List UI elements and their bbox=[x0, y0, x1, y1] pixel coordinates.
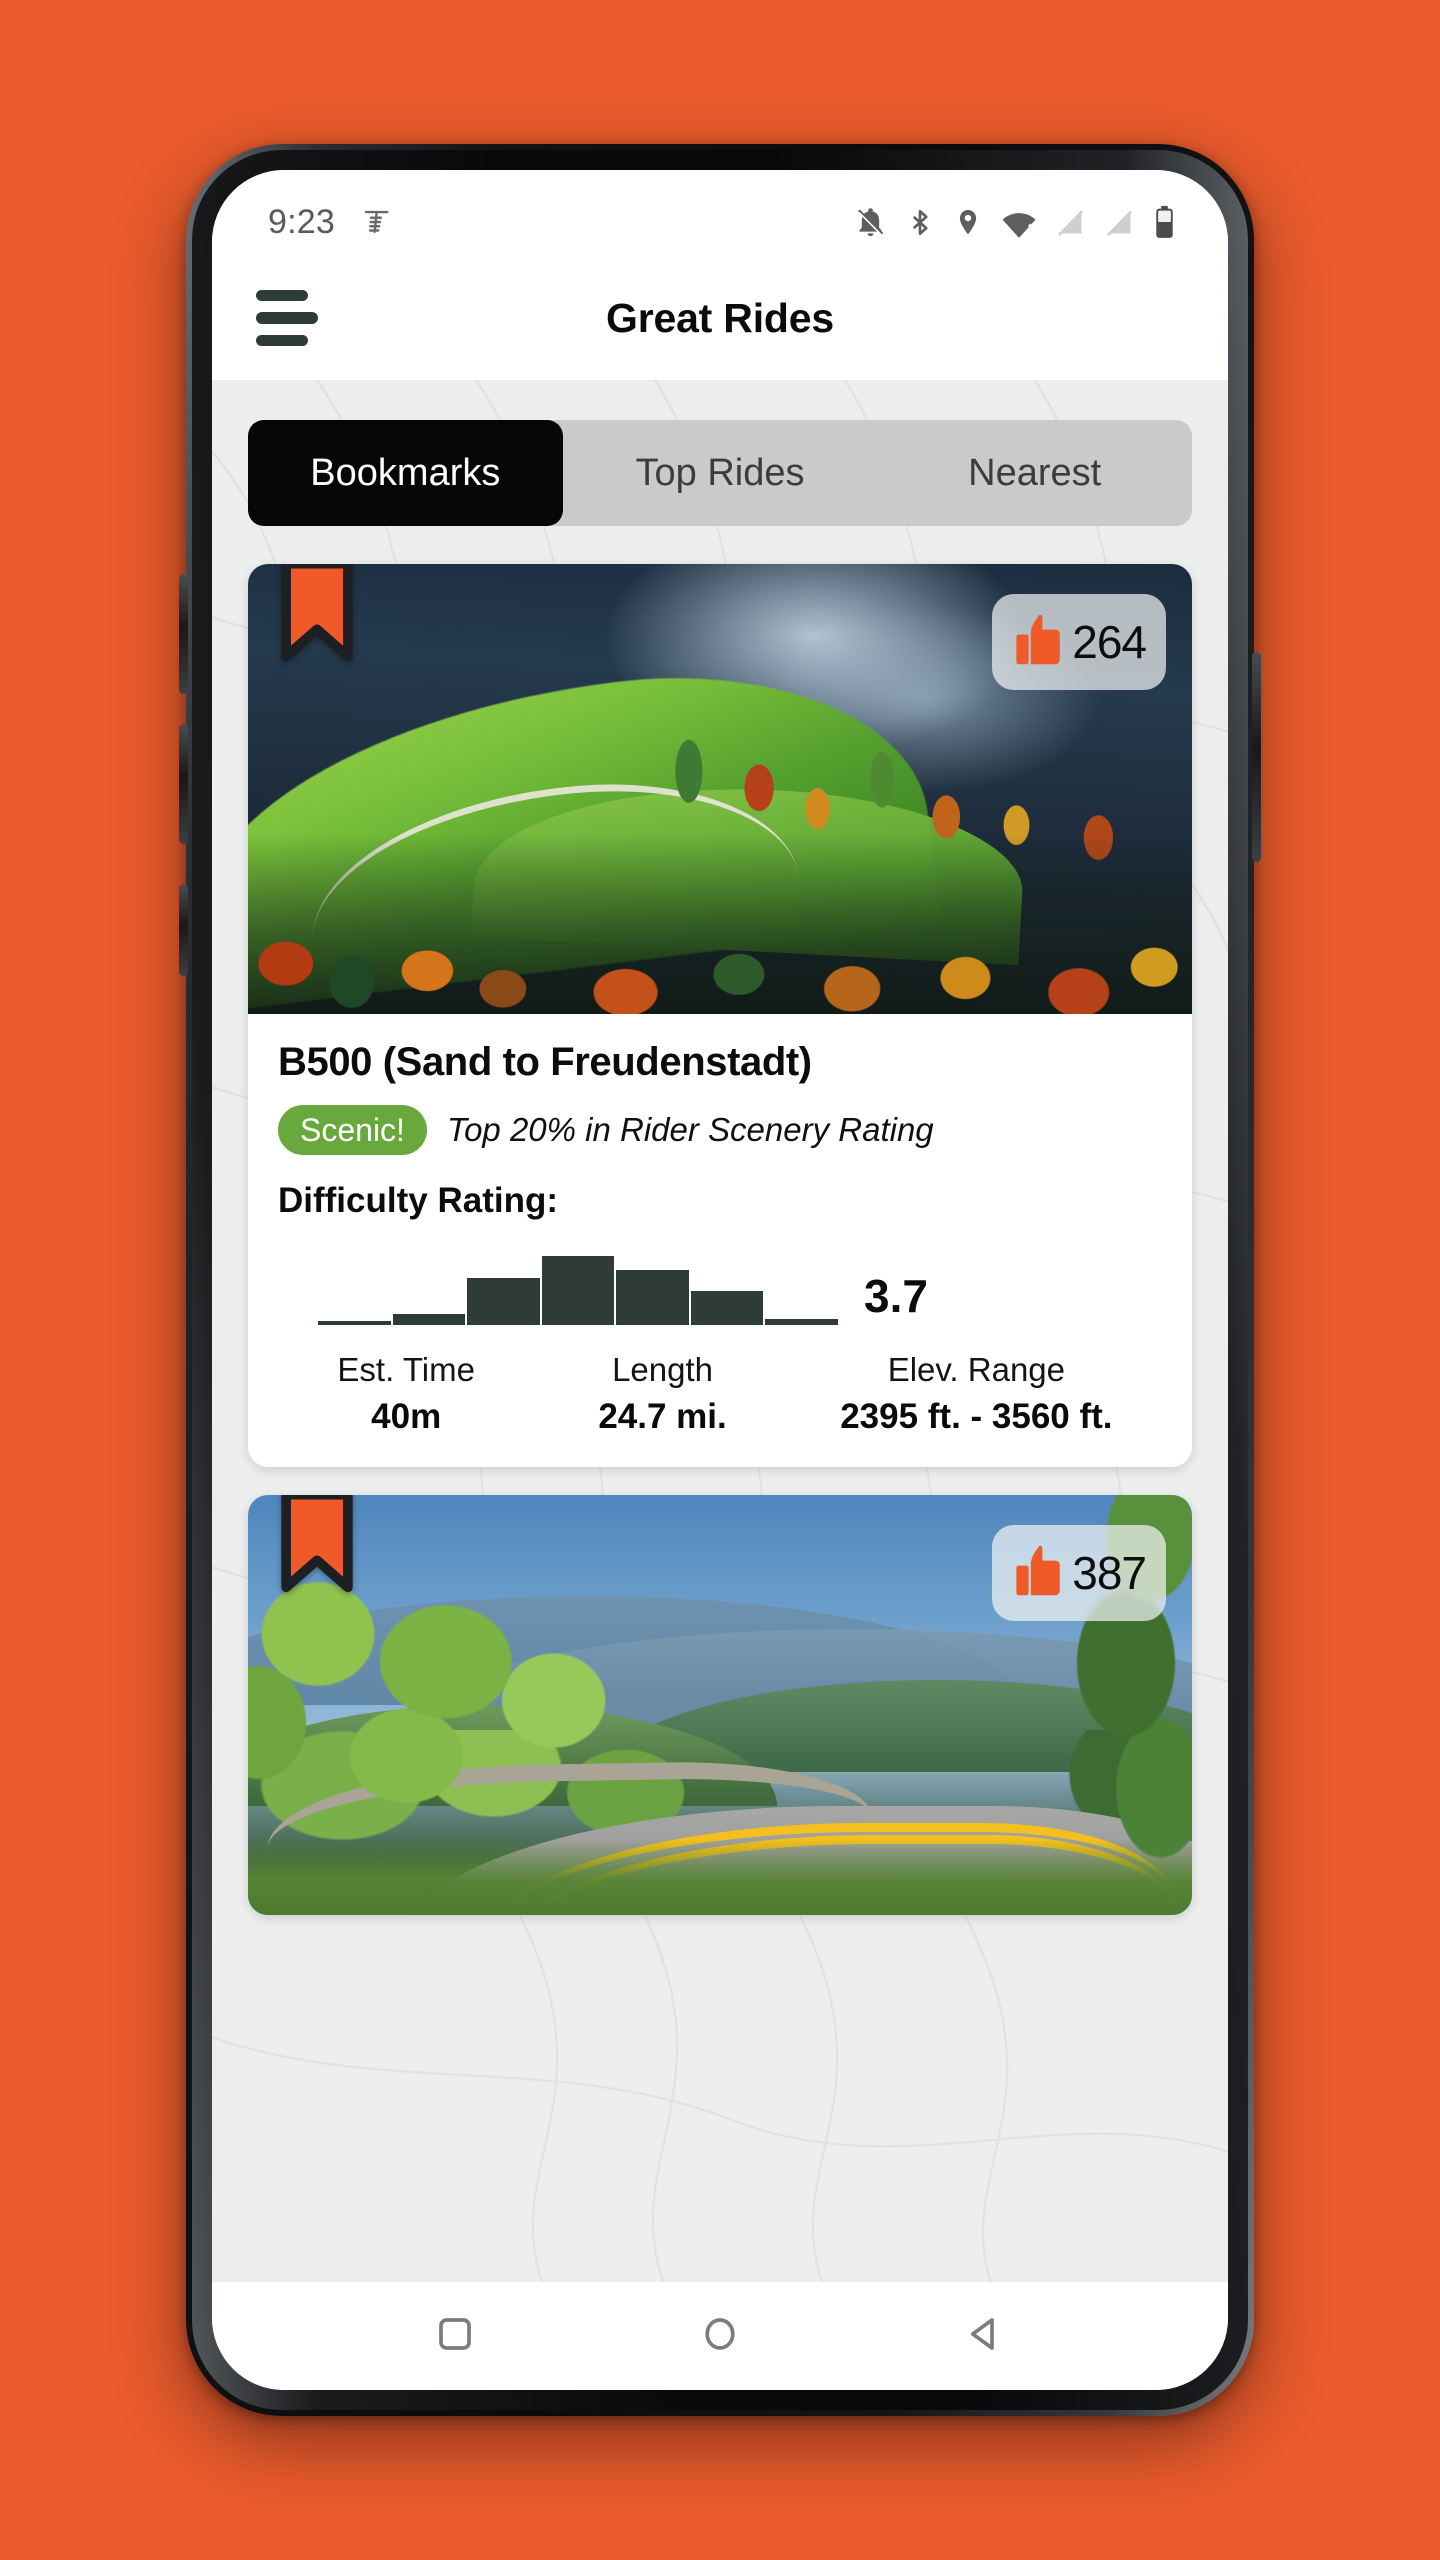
ride-stats: Est. Time 40m Length 24.7 mi. Elev. Rang… bbox=[278, 1351, 1162, 1437]
android-navigation-bar bbox=[212, 2282, 1228, 2390]
stat-label: Length bbox=[612, 1351, 713, 1388]
signal-off-icon bbox=[1055, 206, 1086, 239]
tab-nearest[interactable]: Nearest bbox=[877, 420, 1192, 526]
volume-down-button[interactable] bbox=[179, 724, 188, 844]
stat-value: 2395 ft. - 3560 ft. bbox=[840, 1397, 1113, 1436]
ride-card[interactable]: 264 B500 (Sand to Freudenstadt) Scenic! … bbox=[248, 564, 1192, 1467]
ride-card-list: 264 B500 (Sand to Freudenstadt) Scenic! … bbox=[212, 526, 1228, 1915]
difficulty-bar bbox=[467, 1277, 540, 1325]
content-area: Bookmarks Top Rides Nearest 264 B500 (Sa… bbox=[212, 380, 1228, 2282]
difficulty-bar bbox=[616, 1269, 689, 1325]
bluetooth-icon bbox=[905, 206, 935, 239]
page-title: Great Rides bbox=[606, 294, 834, 341]
bookmark-ribbon-icon[interactable] bbox=[278, 564, 356, 664]
ride-title: B500 (Sand to Freudenstadt) bbox=[278, 1040, 812, 1084]
status-bar-left: 9:23 bbox=[268, 203, 393, 242]
ride-tag-row: Scenic! Top 20% in Rider Scenery Rating bbox=[278, 1105, 1162, 1155]
like-badge[interactable]: 264 bbox=[992, 594, 1166, 690]
stat-length: Length 24.7 mi. bbox=[534, 1351, 790, 1437]
difficulty-bar bbox=[765, 1318, 839, 1325]
signal-off-2-icon bbox=[1104, 206, 1135, 239]
status-bar: 9:23 bbox=[212, 170, 1228, 256]
difficulty-bar bbox=[541, 1256, 615, 1325]
difficulty-bar bbox=[392, 1313, 466, 1325]
tab-top-rides[interactable]: Top Rides bbox=[563, 420, 878, 526]
thumbs-up-icon bbox=[1012, 1542, 1064, 1605]
difficulty-score: 3.7 bbox=[864, 1270, 928, 1322]
phone-screen: 9:23 Great Rides Bookmarks Top Rides Nea… bbox=[212, 170, 1228, 2390]
home-circle-icon[interactable] bbox=[699, 2313, 741, 2360]
power-button[interactable] bbox=[1252, 652, 1261, 862]
recents-square-icon[interactable] bbox=[434, 2313, 476, 2360]
difficulty-bar bbox=[318, 1320, 391, 1325]
stat-value: 40m bbox=[371, 1397, 442, 1436]
difficulty-bar bbox=[690, 1290, 764, 1325]
wifi-icon bbox=[1001, 206, 1037, 239]
assistant-button[interactable] bbox=[179, 884, 188, 976]
stat-elev-range: Elev. Range 2395 ft. - 3560 ft. bbox=[791, 1351, 1162, 1437]
thumbs-up-icon bbox=[1012, 611, 1064, 674]
hamburger-menu-icon[interactable] bbox=[256, 290, 322, 346]
difficulty-chart-row: 3.7 bbox=[278, 1239, 1162, 1325]
vibrate-bars-icon bbox=[359, 205, 393, 239]
battery-icon bbox=[1153, 205, 1176, 239]
like-count: 264 bbox=[1072, 616, 1147, 668]
segmented-tab-control: Bookmarks Top Rides Nearest bbox=[248, 420, 1192, 526]
status-bar-right bbox=[854, 205, 1176, 239]
ride-photo[interactable]: 264 bbox=[248, 564, 1192, 1014]
stat-label: Elev. Range bbox=[887, 1351, 1066, 1388]
bell-muted-icon bbox=[854, 206, 887, 239]
tab-bookmarks[interactable]: Bookmarks bbox=[248, 420, 563, 526]
volume-up-button[interactable] bbox=[179, 574, 188, 694]
stat-value: 24.7 mi. bbox=[598, 1397, 727, 1436]
bookmark-ribbon-icon[interactable] bbox=[278, 1495, 356, 1595]
ride-card[interactable]: 387 bbox=[248, 1495, 1192, 1915]
app-bar: Great Rides bbox=[212, 256, 1228, 380]
difficulty-rating-label: Difficulty Rating: bbox=[278, 1181, 558, 1220]
tab-strip-wrapper: Bookmarks Top Rides Nearest bbox=[212, 380, 1228, 526]
status-clock: 9:23 bbox=[268, 202, 335, 241]
ride-tag-note: Top 20% in Rider Scenery Rating bbox=[446, 1111, 934, 1148]
like-count: 387 bbox=[1072, 1547, 1147, 1599]
difficulty-histogram bbox=[318, 1239, 839, 1325]
photo-left-trees bbox=[248, 1562, 702, 1840]
stat-label: Est. Time bbox=[337, 1351, 475, 1388]
ride-card-body: B500 (Sand to Freudenstadt) Scenic! Top … bbox=[248, 1014, 1192, 1467]
back-triangle-icon[interactable] bbox=[964, 2313, 1006, 2360]
photo-foreground-trees bbox=[248, 834, 1192, 1014]
like-badge[interactable]: 387 bbox=[992, 1525, 1166, 1621]
status-badge: Scenic! bbox=[278, 1105, 427, 1155]
ride-photo[interactable]: 387 bbox=[248, 1495, 1192, 1915]
location-pin-icon bbox=[953, 206, 983, 239]
phone-device-frame: 9:23 Great Rides Bookmarks Top Rides Nea… bbox=[179, 144, 1261, 2416]
stat-est-time: Est. Time 40m bbox=[278, 1351, 534, 1437]
